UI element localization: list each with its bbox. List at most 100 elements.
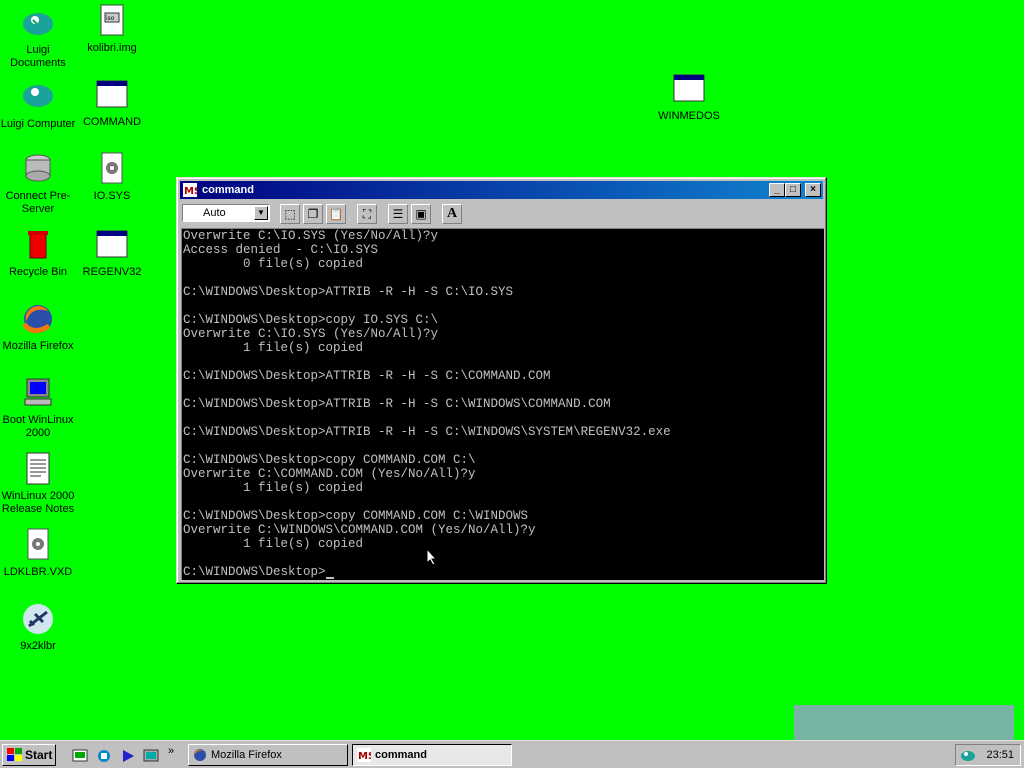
desktop-icon-luigi-documents[interactable]: Luigi Documents: [0, 6, 76, 70]
window-app-icon: [672, 72, 706, 106]
desktop-icon-label: WINMEDOS: [658, 110, 720, 122]
desktop-icon-boot-winlinux[interactable]: Boot WinLinux 2000: [0, 376, 76, 440]
desktop-icon-regenv32[interactable]: REGENV32: [74, 228, 150, 279]
computer-icon: [21, 80, 55, 114]
mark-button[interactable]: ⬚: [280, 204, 300, 224]
desktop-icon-recycle-bin[interactable]: Recycle Bin: [0, 228, 76, 279]
console-output[interactable]: Overwrite C:\IO.SYS (Yes/No/All)?y Access…: [181, 228, 824, 580]
window-title: command: [202, 184, 254, 196]
desktop-icon-label: COMMAND: [82, 116, 142, 128]
desktop-icon-luigi-computer[interactable]: Luigi Computer: [0, 80, 76, 131]
desktop-icon-io-sys[interactable]: IO.SYS: [74, 152, 150, 203]
svg-text:MS: MS: [358, 751, 371, 762]
taskbar-button-firefox[interactable]: Mozilla Firefox: [188, 744, 348, 766]
window-app-icon: [95, 78, 129, 112]
desktop-icon-label: LDKLBR.VXD: [3, 566, 73, 578]
desktop-icon-mozilla-firefox[interactable]: Mozilla Firefox: [0, 302, 76, 353]
properties-button[interactable]: ☰: [388, 204, 408, 224]
system-file-icon: [21, 528, 55, 562]
media-player-icon[interactable]: [120, 748, 136, 763]
console-line: C:\WINDOWS\Desktop>ATTRIB -R -H -S C:\WI…: [183, 425, 671, 439]
console-line: Overwrite C:\WINDOWS\COMMAND.COM (Yes/No…: [183, 523, 536, 537]
desktop-icon-label: Luigi Documents: [10, 44, 66, 69]
console-line: C:\WINDOWS\Desktop>copy COMMAND.COM C:\W…: [183, 509, 529, 523]
system-file-icon: [95, 152, 129, 186]
desktop-launcher-icon[interactable]: [143, 748, 159, 763]
start-button[interactable]: Start: [2, 744, 56, 766]
console-line: Overwrite C:\IO.SYS (Yes/No/All)?y: [183, 229, 439, 243]
close-button[interactable]: ×: [805, 183, 821, 197]
network-icon[interactable]: [96, 748, 112, 763]
desktop-icon-label: WinLinux 2000 Release Notes: [1, 490, 75, 515]
window-app-icon: [95, 228, 129, 262]
boot-computer-icon: [21, 376, 55, 410]
desktop-icon-label: Connect Pre-Server: [5, 190, 71, 215]
desktop-icon-connect-pre-server[interactable]: Connect Pre-Server: [0, 152, 76, 216]
console-line: 1 file(s) copied: [183, 537, 364, 551]
title-bar[interactable]: MS command _ □ ×: [180, 181, 823, 199]
minimize-button[interactable]: _: [769, 183, 785, 197]
console-line: 0 file(s) copied: [183, 257, 364, 271]
background-panel: [794, 705, 1014, 740]
desktop-icon-label: REGENV32: [82, 266, 142, 278]
console-line: 1 file(s) copied: [183, 481, 364, 495]
maximize-button[interactable]: □: [785, 183, 801, 197]
toolbar: Auto ▼ ⬚ ❐ 📋 ⛶ ☰ ▣ A: [180, 202, 823, 226]
fullscreen-button[interactable]: ⛶: [357, 204, 377, 224]
task-label: command: [375, 749, 427, 761]
more-chevron-icon[interactable]: »: [168, 745, 184, 760]
ms-dos-icon: MS: [183, 183, 201, 197]
desktop-icon-label: IO.SYS: [93, 190, 131, 202]
desktop-icon-label: Recycle Bin: [8, 266, 68, 278]
chevron-down-icon[interactable]: ▼: [254, 206, 268, 220]
font-size-value: Auto: [203, 207, 226, 219]
text-document-icon: [21, 452, 55, 486]
server-icon: [21, 152, 55, 186]
desktop-icon-winmedos[interactable]: WINMEDOS: [651, 72, 727, 123]
firefox-icon: [21, 302, 55, 336]
console-line: C:\WINDOWS\Desktop>ATTRIB -R -H -S C:\CO…: [183, 369, 551, 383]
ms-dos-icon: MS: [357, 748, 375, 765]
desktop-icon-command[interactable]: COMMAND: [74, 78, 150, 129]
desktop-icon-release-notes[interactable]: WinLinux 2000 Release Notes: [0, 452, 76, 516]
disk-image-icon: iso: [95, 4, 129, 38]
mouse-pointer-icon: [426, 548, 438, 566]
recycle-bin-icon: [21, 228, 55, 262]
desktop-icon-ldklbr-vxd[interactable]: LDKLBR.VXD: [0, 528, 76, 579]
taskbar: Start » Mozilla Firefox MS command 23:51: [0, 740, 1024, 768]
font-size-select[interactable]: Auto ▼: [182, 204, 270, 222]
desktop-icon-label: kolibri.img: [87, 42, 137, 54]
firefox-icon: [193, 748, 207, 765]
console-line: C:\WINDOWS\Desktop>copy COMMAND.COM C:\: [183, 453, 476, 467]
taskbar-button-command[interactable]: MS command: [352, 744, 512, 766]
task-label: Mozilla Firefox: [211, 749, 282, 761]
console-line: 1 file(s) copied: [183, 341, 364, 355]
desktop-icon-label: Boot WinLinux 2000: [2, 414, 74, 439]
desktop-icon-label: 9x2klbr: [20, 640, 56, 652]
desktop-icon-kolibri-img[interactable]: iso kolibri.img: [74, 4, 150, 55]
desktop-icon-label: Mozilla Firefox: [2, 340, 74, 352]
tray-network-icon[interactable]: [960, 747, 976, 766]
command-window[interactable]: MS command _ □ × Auto ▼ ⬚ ❐ 📋 ⛶ ☰ ▣ A Ov…: [176, 177, 827, 584]
background-button[interactable]: ▣: [411, 204, 431, 224]
paste-button[interactable]: 📋: [326, 204, 346, 224]
start-label: Start: [25, 748, 53, 762]
console-line: Access denied - C:\IO.SYS: [183, 243, 379, 257]
font-button[interactable]: A: [442, 204, 462, 224]
clock[interactable]: 23:51: [986, 749, 1014, 761]
show-desktop-icon[interactable]: [72, 748, 88, 763]
svg-text:MS: MS: [184, 186, 197, 197]
windows-logo-icon: [7, 748, 23, 765]
desktop-icon-label: Luigi Computer: [0, 118, 76, 130]
svg-text:iso: iso: [106, 15, 115, 22]
copy-button[interactable]: ❐: [303, 204, 323, 224]
console-line: C:\WINDOWS\Desktop>copy IO.SYS C:\: [183, 313, 439, 327]
desktop-icon-9x2klbr[interactable]: 9x2klbr: [0, 602, 76, 653]
